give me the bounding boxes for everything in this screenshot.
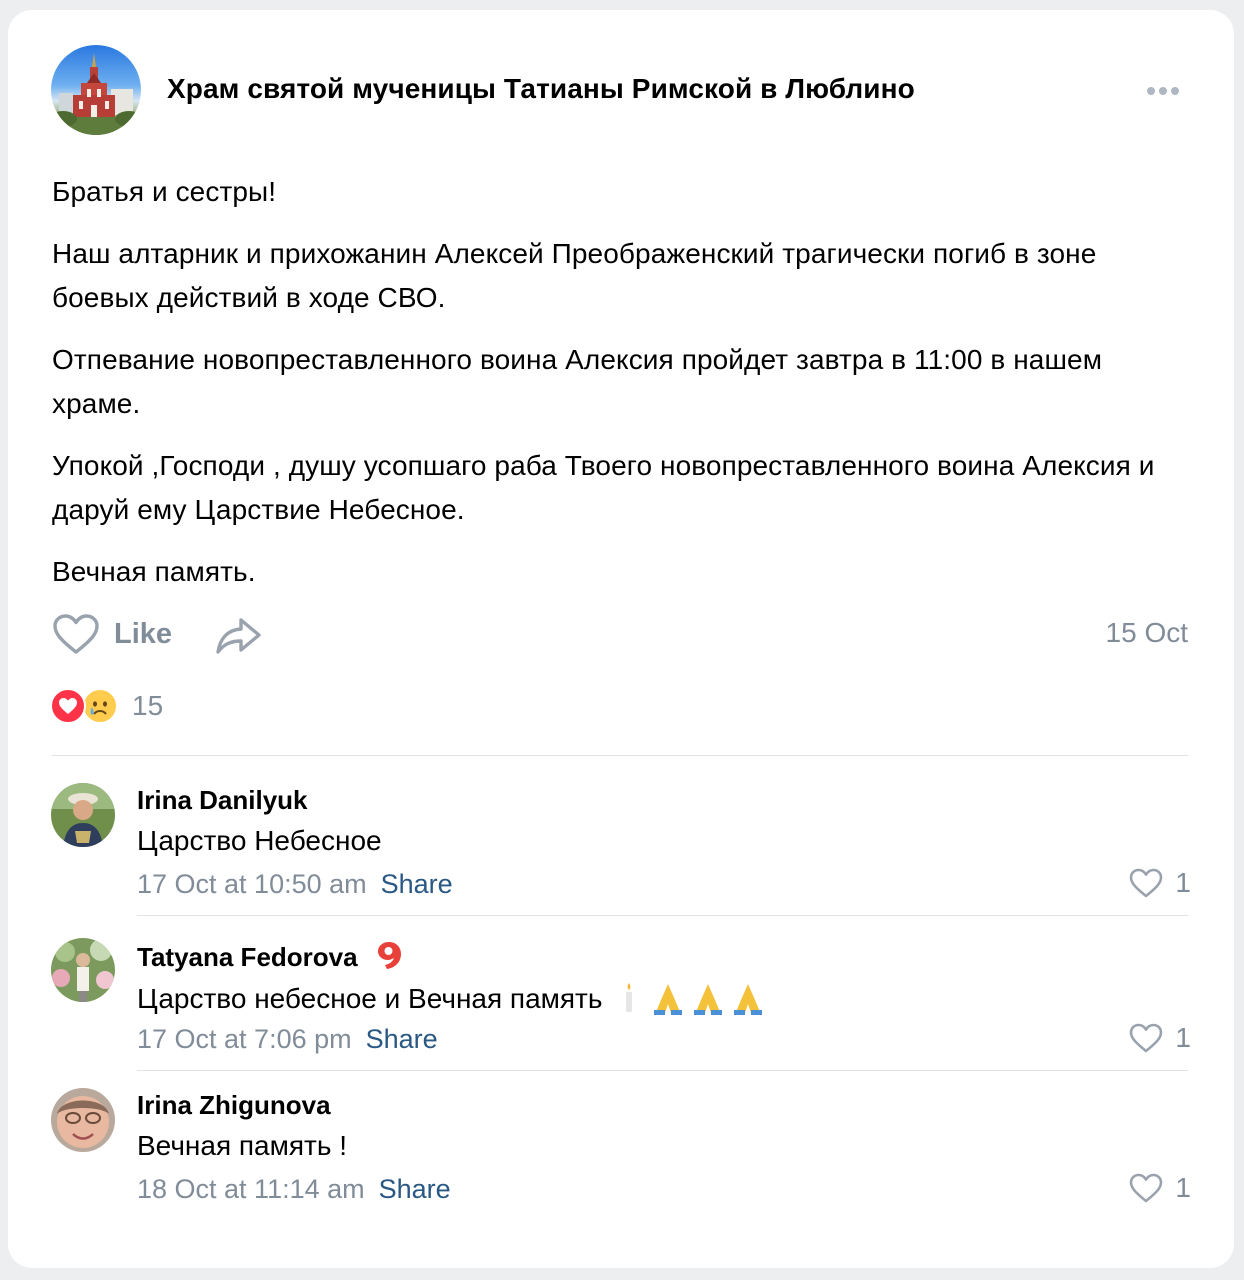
divider xyxy=(137,1070,1188,1071)
heart-outline-icon xyxy=(53,614,99,654)
post-paragraph: Отпевание новопреставленного воина Алекс… xyxy=(52,344,1103,419)
comment-author[interactable]: Irina Danilyuk xyxy=(137,785,308,816)
post-date[interactable]: 15 Oct xyxy=(1106,617,1188,649)
divider xyxy=(137,915,1188,916)
reaction-count: 15 xyxy=(132,690,164,721)
avatar[interactable] xyxy=(51,938,115,1002)
comment-like-button[interactable]: 1 xyxy=(1129,867,1191,899)
comment-date[interactable]: 18 Oct at 11:14 am xyxy=(137,1174,365,1204)
comment-text: Царство Небесное xyxy=(137,825,382,856)
post-paragraph: Наш алтарник и прихожанин Алексей Преобр… xyxy=(52,238,1097,313)
comment-text: Царство небесное и Вечная память xyxy=(137,983,603,1014)
comment-like-button[interactable]: 1 xyxy=(1129,1172,1191,1204)
post-card: Храм святой мученицы Татианы Римской в Л… xyxy=(8,10,1234,1268)
folded-hands-icon xyxy=(734,984,763,1015)
comment-author[interactable]: Tatyana Fedorova xyxy=(137,940,403,973)
comment: Tatyana Fedorova Царство небесное и Вечн… xyxy=(51,938,1191,1088)
comment-author[interactable]: Irina Zhigunova xyxy=(137,1090,331,1121)
like-label: Like xyxy=(114,617,173,650)
avatar[interactable] xyxy=(51,1088,115,1152)
church-image xyxy=(51,53,141,135)
comment-meta: 18 Oct at 11:14 am Share xyxy=(137,1174,451,1205)
folded-hands-icon xyxy=(694,984,723,1015)
post-text: Братья и сестры! Наш алтарник и прихожан… xyxy=(52,170,1192,612)
folded-hands-icon xyxy=(654,984,683,1015)
red-heart-icon xyxy=(50,688,86,724)
dot xyxy=(1171,87,1179,95)
avatar[interactable] xyxy=(51,783,115,847)
comment: Irina Danilyuk Царство Небесное 17 Oct a… xyxy=(51,783,1191,933)
crying-face-icon xyxy=(82,688,118,724)
post-paragraph: Братья и сестры! xyxy=(52,176,277,207)
comment-like-button[interactable]: 1 xyxy=(1129,1022,1191,1054)
post-paragraph: Вечная память. xyxy=(52,556,256,587)
like-button[interactable]: Like xyxy=(52,612,172,656)
divider xyxy=(52,755,1188,756)
comment-text: Вечная память ! xyxy=(137,1130,347,1161)
reactions-summary[interactable]: 15 xyxy=(50,686,163,726)
heart-outline-icon xyxy=(1130,1023,1163,1053)
comment-like-count: 1 xyxy=(1175,1172,1191,1203)
group-name[interactable]: Храм святой мученицы Татианы Римской в Л… xyxy=(167,73,915,105)
comment-date[interactable]: 17 Oct at 10:50 am xyxy=(137,869,367,899)
comment-like-count: 1 xyxy=(1175,867,1191,898)
comment-share-link[interactable]: Share xyxy=(366,1024,438,1054)
dot xyxy=(1147,87,1155,95)
comment-text-line: Царство небесное и Вечная память xyxy=(137,980,766,1016)
dot xyxy=(1159,87,1167,95)
heart-outline-icon xyxy=(1130,1173,1163,1203)
more-options-icon[interactable] xyxy=(1141,79,1185,103)
comment-meta: 17 Oct at 7:06 pm Share xyxy=(137,1024,438,1055)
comment-like-count: 1 xyxy=(1175,1022,1191,1053)
share-arrow-icon xyxy=(216,618,261,654)
heart-outline-icon xyxy=(1130,868,1163,898)
post-header: Храм святой мученицы Татианы Римской в Л… xyxy=(51,45,1191,135)
candle-icon xyxy=(626,983,633,1012)
comment-author-name[interactable]: Tatyana Fedorova xyxy=(137,942,358,972)
comment-share-link[interactable]: Share xyxy=(381,869,453,899)
post-paragraph: Упокой ,Господи , душу усопшаго раба Тво… xyxy=(52,450,1155,525)
comment-date[interactable]: 17 Oct at 7:06 pm xyxy=(137,1024,352,1054)
nine-badge-icon xyxy=(377,942,401,969)
comment-meta: 17 Oct at 10:50 am Share xyxy=(137,869,453,900)
comment: Irina Zhigunova Вечная память ! 18 Oct a… xyxy=(51,1088,1191,1238)
group-avatar[interactable] xyxy=(51,45,141,135)
share-button[interactable] xyxy=(214,614,264,658)
comment-share-link[interactable]: Share xyxy=(379,1174,451,1204)
